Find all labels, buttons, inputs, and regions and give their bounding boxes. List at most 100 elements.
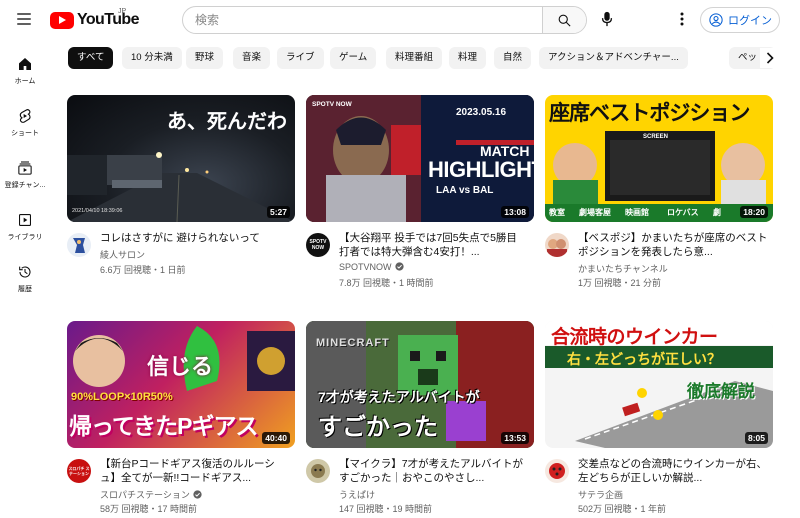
video-duration: 13:53 [501,432,529,444]
sidebar-item-history[interactable]: 履歴 [0,258,50,304]
sidebar-item-label: ホーム [14,78,36,85]
channel-name[interactable]: うえぱけ [339,488,375,501]
video-stats: 502万 回視聴・1 年前 [578,504,667,514]
thumbnail-tag: ロケバス [667,208,699,217]
video-title[interactable]: 【ベスポジ】かまいたちが座席のベストポジションを発表したら意... [578,231,768,259]
video-title[interactable]: 【新台Pコードギアス復活のルルーシュ】全てが一新!!コードギアス... [100,457,290,485]
thumbnail-line-1: 7才が考えたアルバイトが [318,389,480,405]
channel-avatar[interactable]: スロパチ ステーション [67,459,91,483]
video-thumbnail[interactable]: 座席ベストポジション SCREEN 教室 劇場客屋 映画館 ロケバス 劇 18:… [545,95,773,222]
login-label: ログイン [728,15,772,27]
video-title[interactable]: 交差点などの合流時にウインカーが右、左どちらが正しいか解説... [578,457,768,485]
channel-name[interactable]: スロパチステーション [100,488,202,501]
avatar-text: スロパチ ステーション [68,466,90,476]
settings-menu-button[interactable] [672,9,692,29]
sidebar-item-subscriptions[interactable]: 登録チャン... [0,154,50,200]
subscriptions-icon [18,161,32,175]
chips-next-button[interactable] [760,48,780,68]
verified-icon [193,490,202,499]
sidebar-item-home[interactable]: ホーム [0,50,50,96]
chip-all[interactable]: すべて [68,47,114,69]
channel-name[interactable]: 綾人サロン [100,248,145,261]
chip-live[interactable]: ライブ [277,47,324,69]
thumbnail-line-2: すごかった [318,414,438,441]
video-stats: 1万 回視聴・21 分前 [578,278,662,288]
avatar-text: SPOTV NOW [309,239,327,251]
sidebar-item-library[interactable]: ライブラリ [0,206,50,252]
video-stats: 147 回視聴・19 時間前 [339,504,433,514]
video-stats: 6.6万 回視聴・1 日前 [100,265,186,275]
chip-games[interactable]: ゲーム [330,47,377,69]
channel-avatar[interactable] [67,233,91,257]
video-stats: 7.8万 回視聴・1 時間前 [339,278,434,288]
thumbnail-tag: 劇場客屋 [579,208,611,217]
library-icon [18,213,31,226]
verified-icon [394,262,404,271]
thumbnail-text: あ、死んだわ [167,111,287,133]
logo-region: JP [118,8,127,15]
video-card[interactable]: 信じる 90%LOOP×10R50% 帰ってきたPギアス 40:40 スロパチ … [67,321,295,517]
video-thumbnail[interactable]: MINECRAFT 7才が考えたアルバイトが すごかった 13:53 [306,321,534,448]
thumbnail-top-text: 90%LOOP×10R50% [71,391,173,403]
channel-avatar[interactable]: SPOTV NOW [306,233,330,257]
search-button[interactable] [542,7,586,33]
video-thumbnail[interactable]: SPOTV NOW 2023.05.16 MATCH HIGHLIGHT LAA… [306,95,534,222]
thumbnail-timestamp: 2021/04/10 18:39:06 [72,208,123,214]
voice-search-button[interactable] [596,8,618,30]
thumbnail-tag: 劇 [713,208,721,217]
top-bar: YouTube JP ログイン [0,0,800,40]
thumbnail-kanji: 信じる [147,354,214,379]
menu-icon[interactable] [16,10,34,28]
channel-name[interactable]: かまいたちチャンネル [578,262,668,275]
search-input[interactable] [183,7,542,33]
thumbnail-tag: 映画館 [625,208,649,217]
login-button[interactable]: ログイン [700,7,780,33]
youtube-play-icon [50,11,74,29]
video-duration: 40:40 [262,432,290,444]
thumbnail-date: 2023.05.16 [456,107,507,118]
channel-name[interactable]: SPOTVNOW [339,262,404,272]
video-title[interactable]: 【マイクラ】7才が考えたアルバイトがすごかった｜おやこのやさし... [339,457,529,485]
sidebar-item-label: ライブラリ [7,234,43,241]
logo-text: YouTube [77,11,139,28]
chip-nature[interactable]: 自然 [494,47,532,69]
chip-bar: すべて 10 分未満 野球 音楽 ライブ ゲーム 料理番組 料理 自然 アクショ… [68,47,780,69]
chip-music[interactable]: 音楽 [233,47,271,69]
theater-seats-art [545,131,773,222]
chip-baseball[interactable]: 野球 [186,47,224,69]
more-vert-icon [680,12,684,26]
chip-action-adventure[interactable]: アクション＆アドベンチャー... [539,47,688,69]
thumbnail-badge: 徹底解説 [687,382,755,401]
video-title[interactable]: 【大谷翔平 投手では7回5失点で5勝目 打者では特大弾含む4安打！... [339,231,529,259]
video-thumbnail[interactable]: 合流時のウインカー 右・左どっちが正しい？ 徹底解説 8:05 [545,321,773,448]
video-duration: 5:27 [266,206,290,218]
video-card[interactable]: 合流時のウインカー 右・左どっちが正しい？ 徹底解説 8:05 交差点などの合流… [545,321,773,517]
video-title[interactable]: コレはさすがに 避けられないって [100,231,290,245]
thumbnail-main-text: 帰ってきたPギアス [69,413,259,439]
channel-avatar[interactable] [545,233,569,257]
home-icon [19,58,31,70]
chevron-right-icon [766,52,774,64]
channel-avatar[interactable] [306,459,330,483]
sidebar-item-shorts[interactable]: ショート [0,102,50,148]
account-icon [709,13,723,27]
chip-cooking[interactable]: 料理 [449,47,487,69]
video-card[interactable]: あ、死んだわ 2021/04/10 18:39:06 5:27 コレはさすがに … [67,95,295,291]
thumbnail-screen-label: SCREEN [643,134,669,140]
video-stats: 58万 回視聴・17 時間前 [100,504,198,514]
chip-cooking-shows[interactable]: 料理番組 [386,47,443,69]
microphone-icon [601,11,613,27]
video-thumbnail[interactable]: あ、死んだわ 2021/04/10 18:39:06 5:27 [67,95,295,222]
video-card[interactable]: MINECRAFT 7才が考えたアルバイトが すごかった 13:53 【マイクラ… [306,321,534,517]
thumbnail-teams: LAA vs BAL [436,185,494,196]
chip-under-10-min[interactable]: 10 分未満 [122,47,182,69]
channel-avatar[interactable] [545,459,569,483]
video-card[interactable]: SPOTV NOW 2023.05.16 MATCH HIGHLIGHT LAA… [306,95,534,291]
video-card[interactable]: 座席ベストポジション SCREEN 教室 劇場客屋 映画館 ロケバス 劇 18:… [545,95,773,291]
search-icon [558,14,571,27]
channel-name[interactable]: サテラ企画 [578,488,623,501]
sidebar-item-label: 登録チャン... [4,182,46,189]
video-thumbnail[interactable]: 信じる 90%LOOP×10R50% 帰ってきたPギアス 40:40 [67,321,295,448]
shorts-icon [19,109,31,123]
channel-name-text: SPOTVNOW [339,262,392,272]
